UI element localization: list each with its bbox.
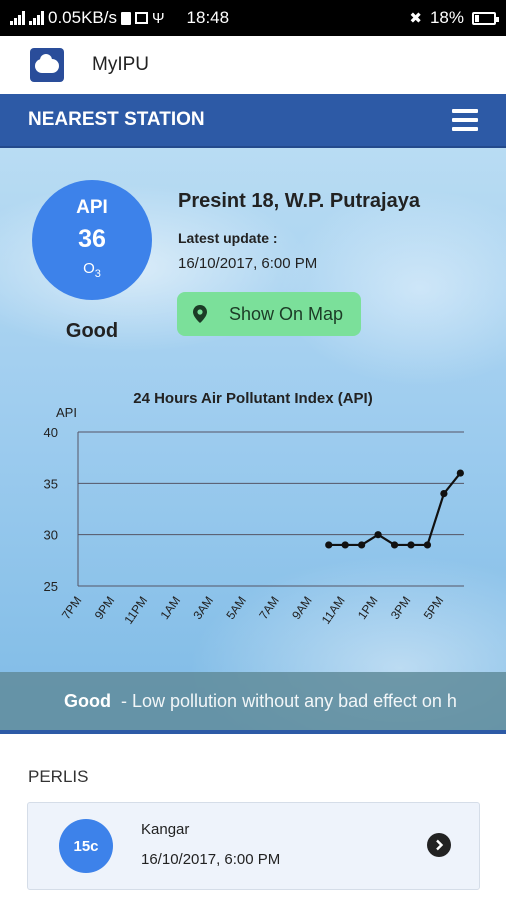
chart-x-tick-label: 7PM [59,594,85,622]
chart-x-tick-label: 9AM [289,594,315,622]
chart-title: 24 Hours Air Pollutant Index (API) [133,390,372,407]
chart-data-point [390,541,399,549]
station-api-badge: 15c [59,819,113,873]
chart-x-tick-label: 9PM [92,594,118,622]
status-time: 18:48 [186,8,230,27]
chart-x-tick-label: 3PM [388,594,414,622]
status-left: 0.05KB/s Ψ 18:48 [10,8,229,28]
info-description: - Low pollution without any bad effect o… [121,690,457,711]
api-indicator: API 36 O3 [32,180,152,300]
region-label: PERLIS [28,767,89,786]
image-icon [135,12,148,24]
chart-data-point [374,531,382,539]
pollutant-subscript: 3 [94,268,101,280]
station-list-time: 16/10/2017, 6:00 PM [141,851,281,868]
api-pollutant: O3 [32,260,152,280]
chart-x-tick-label: 7AM [256,594,282,622]
chart-y-tick-label: 40 [44,425,58,440]
chart-data-point [341,541,349,549]
show-on-map-button[interactable]: Show On Map [177,292,361,336]
app-bar: MyIPU [0,36,506,94]
chart-y-tick-label: 35 [44,476,58,491]
chart-data-point [407,541,415,549]
chart-x-tick-label: 5PM [421,594,447,622]
chart-data-point [440,490,448,498]
signal-icon [29,11,44,25]
status-bar: 0.05KB/s Ψ 18:48 ✖ 18% [0,0,506,36]
api-status: Good [65,320,119,342]
mute-icon: ✖ [409,10,422,27]
chart-x-tick-label: 11PM [121,594,150,627]
chart-data-point [325,541,333,549]
usb-icon: Ψ [152,9,165,27]
chart-x-tick-label: 1PM [355,594,381,622]
info-status: Good [64,690,111,711]
station-list-name: Kangar [141,821,190,838]
nearest-station-panel: API 36 O3 Good Presint 18, W.P. Putrajay… [0,148,506,730]
section-divider [0,730,506,734]
status-right: ✖ 18% [409,8,499,28]
chart-data-point [456,469,464,477]
air-quality-info-bar: Good - Low pollution without any bad eff… [0,672,506,730]
cloud-car-logo-icon [30,48,64,82]
api-line-chart: 24 Hours Air Pollutant Index (API) API 25 3… [44,390,464,627]
location-pin-icon [193,305,207,323]
battery-percent: 18% [429,8,464,27]
page-title: NEAREST STATION [28,109,205,130]
chart-x-tick-label: 11AM [319,594,348,627]
station-list-item[interactable]: 15c Kangar 16/10/2017, 6:00 PM [27,802,480,890]
chart-x-tick-label: 3AM [190,594,216,622]
nav-header: NEAREST STATION [0,94,506,148]
api-value: 36 [78,225,106,253]
api-label: API [76,197,108,218]
chart-y-tick-label: 30 [44,528,58,543]
battery-icon [472,11,499,25]
chart-series-line [328,472,462,547]
chart-x-tick-label: 5AM [223,594,249,622]
pollutant-symbol: O [83,260,95,277]
sim-card-icon [121,11,131,25]
latest-update-label: Latest update : [178,230,278,246]
latest-update-time: 16/10/2017, 6:00 PM [178,255,318,272]
chart-data-point [358,541,366,549]
chart-y-axis-label: API [56,405,77,420]
app-title: MyIPU [92,54,149,75]
chart-y-tick-label: 25 [44,579,58,594]
station-name: Presint 18, W.P. Putrajaya [178,190,420,212]
chart-x-tick-label: 1AM [158,594,184,622]
network-speed: 0.05KB/s [48,8,117,27]
signal-icon [10,11,25,25]
show-on-map-label: Show On Map [229,303,344,324]
chart-data-point [423,541,432,549]
hamburger-menu-icon[interactable] [452,109,478,131]
chevron-right-circle-icon[interactable] [427,833,451,857]
